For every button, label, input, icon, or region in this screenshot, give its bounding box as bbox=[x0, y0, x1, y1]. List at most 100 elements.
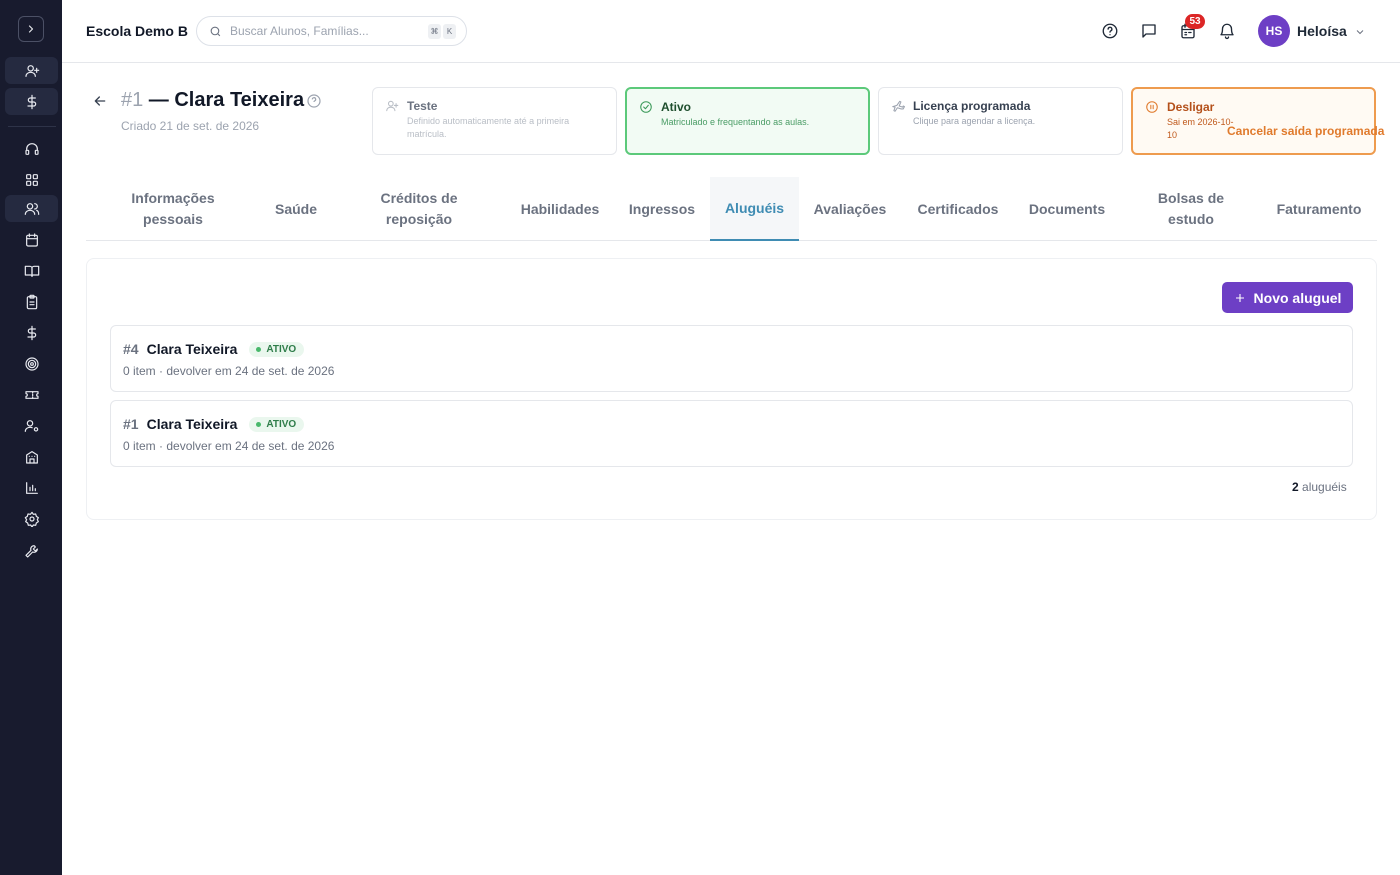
created-date: Criado 21 de set. de 2026 bbox=[121, 119, 260, 133]
building-icon bbox=[25, 450, 38, 464]
user-cog-icon bbox=[24, 419, 38, 432]
tab-health[interactable]: Saúde bbox=[264, 177, 328, 241]
clipboard-icon bbox=[26, 294, 37, 309]
sidebar-item-school[interactable] bbox=[5, 443, 58, 470]
title-help-button[interactable] bbox=[306, 93, 322, 114]
settings-icon bbox=[24, 511, 39, 527]
status-card-desc: Matriculado e frequentando as aulas. bbox=[661, 117, 810, 127]
search-input[interactable] bbox=[230, 24, 420, 38]
new-rental-label: Novo aluguel bbox=[1253, 289, 1342, 306]
rental-row[interactable]: #4 Clara Teixeira ATIVO 0 item · devolve… bbox=[110, 325, 1353, 392]
status-card-title: Desligar bbox=[1167, 100, 1215, 114]
tab-makeup-credits[interactable]: Créditos de reposição bbox=[358, 177, 480, 241]
sidebar-item-support[interactable] bbox=[5, 135, 58, 162]
sidebar-item-courses[interactable] bbox=[5, 257, 58, 284]
sidebar-item-add-student[interactable] bbox=[5, 57, 58, 84]
sidebar-item-reports[interactable] bbox=[5, 474, 58, 501]
user-name[interactable]: Heloísa bbox=[1297, 23, 1347, 39]
bar-chart-icon bbox=[25, 481, 38, 494]
student-name: — Clara Teixeira bbox=[143, 89, 305, 111]
sidebar-item-settings[interactable] bbox=[5, 505, 58, 532]
tab-rentals[interactable]: Aluguéis bbox=[710, 177, 799, 241]
chat-icon bbox=[1142, 24, 1156, 38]
users-icon bbox=[24, 202, 39, 215]
sidebar-item-tickets[interactable] bbox=[5, 381, 58, 408]
avatar[interactable]: HS bbox=[1258, 15, 1290, 47]
rental-student-name: Clara Teixeira bbox=[146, 341, 238, 357]
student-number: #1 bbox=[121, 89, 144, 111]
status-card-active[interactable]: Ativo Matriculado e frequentando as aula… bbox=[625, 87, 870, 155]
chevron-down-icon bbox=[1356, 30, 1364, 35]
plus-icon bbox=[1235, 293, 1244, 302]
user-plus-icon bbox=[386, 100, 399, 112]
rentals-count-number: 2 bbox=[1292, 480, 1299, 494]
target-icon bbox=[24, 356, 39, 371]
search-icon bbox=[210, 26, 221, 36]
sidebar-item-staff[interactable] bbox=[5, 412, 58, 439]
page-title: #1 — Clara Teixeira bbox=[121, 89, 304, 112]
status-card-trial[interactable]: Teste Definido automaticamente até a pri… bbox=[372, 87, 617, 155]
check-circle-icon bbox=[640, 101, 652, 113]
help-button[interactable] bbox=[1100, 21, 1120, 41]
notification-badge: 53 bbox=[1185, 14, 1205, 29]
sidebar-divider bbox=[8, 126, 56, 127]
topbar: Escola Demo B ⌘ K bbox=[62, 0, 1400, 63]
school-name[interactable]: Escola Demo B bbox=[86, 23, 188, 39]
sidebar-item-tools[interactable] bbox=[5, 537, 58, 564]
status-card-title: Licença programada bbox=[913, 99, 1031, 113]
new-rental-button[interactable]: Novo aluguel bbox=[1222, 282, 1353, 313]
rental-student-name: Clara Teixeira bbox=[146, 416, 238, 432]
sidebar-item-payments[interactable] bbox=[5, 88, 58, 115]
sidebar-item-goals[interactable] bbox=[5, 350, 58, 377]
headset-icon bbox=[24, 142, 39, 155]
tab-scholarships[interactable]: Bolsas de estudo bbox=[1138, 177, 1244, 241]
sidebar-item-dashboard[interactable] bbox=[5, 166, 58, 193]
status-card-leave[interactable]: Licença programada Clique para agendar a… bbox=[878, 87, 1123, 155]
tab-certificates[interactable]: Certificados bbox=[912, 177, 1004, 241]
status-badge-label: ATIVO bbox=[266, 343, 297, 355]
tab-assessments[interactable]: Avaliações bbox=[810, 177, 890, 241]
tab-billing[interactable]: Faturamento bbox=[1272, 177, 1366, 241]
grid-icon bbox=[25, 173, 38, 186]
dollar-icon bbox=[26, 325, 36, 340]
pause-circle-icon bbox=[1146, 101, 1158, 113]
notifications-button[interactable] bbox=[1217, 21, 1237, 41]
tab-documents[interactable]: Documents bbox=[1024, 177, 1110, 241]
sidebar-item-finance[interactable] bbox=[5, 319, 58, 346]
sidebar-expand-button[interactable] bbox=[18, 16, 44, 42]
back-button[interactable] bbox=[92, 93, 110, 111]
status-card-desc: Definido automaticamente até a primeira … bbox=[407, 116, 570, 139]
status-badge: ATIVO bbox=[249, 341, 305, 357]
calendar-icon bbox=[25, 232, 38, 247]
tab-tickets[interactable]: Ingressos bbox=[626, 177, 698, 241]
search-box[interactable]: ⌘ K bbox=[196, 16, 467, 46]
status-card-leave-school[interactable]: Desligar Sai em 2026-10-10 bbox=[1131, 87, 1376, 155]
shortcut-key-k: K bbox=[443, 24, 456, 39]
cancel-scheduled-exit-link[interactable]: Cancelar saída programada bbox=[1227, 124, 1384, 138]
ticket-icon bbox=[24, 390, 39, 399]
rental-number: #1 bbox=[123, 416, 139, 432]
sidebar-item-attendance[interactable] bbox=[5, 288, 58, 315]
sidebar-item-students[interactable] bbox=[5, 195, 58, 222]
tab-skills[interactable]: Habilidades bbox=[516, 177, 604, 241]
user-menu-toggle[interactable] bbox=[1354, 25, 1366, 43]
tab-bar: Informações pessoais Saúde Créditos de r… bbox=[86, 177, 1377, 241]
chevron-right-icon bbox=[28, 25, 34, 33]
shortcut-key-cmd: ⌘ bbox=[428, 24, 441, 39]
status-badge-label: ATIVO bbox=[266, 418, 297, 430]
bell-icon bbox=[1220, 23, 1234, 40]
status-card-title: Teste bbox=[407, 99, 438, 113]
rental-details: 0 item · devolver em 24 de set. de 2026 bbox=[123, 439, 335, 453]
sidebar bbox=[0, 0, 62, 875]
rental-row[interactable]: #1 Clara Teixeira ATIVO 0 item · devolve… bbox=[110, 400, 1353, 467]
plane-icon bbox=[892, 100, 905, 112]
sidebar-item-calendar[interactable] bbox=[5, 226, 58, 253]
tab-personal-info[interactable]: Informações pessoais bbox=[108, 177, 238, 241]
messages-button[interactable] bbox=[1139, 21, 1159, 41]
rentals-count: 2 aluguéis bbox=[1292, 480, 1347, 494]
status-card-desc: Clique para agendar a licença. bbox=[913, 116, 1036, 126]
rentals-count-label: aluguéis bbox=[1298, 480, 1347, 494]
status-badge: ATIVO bbox=[249, 416, 305, 432]
status-dot bbox=[256, 421, 262, 427]
wrench-icon bbox=[24, 544, 38, 558]
